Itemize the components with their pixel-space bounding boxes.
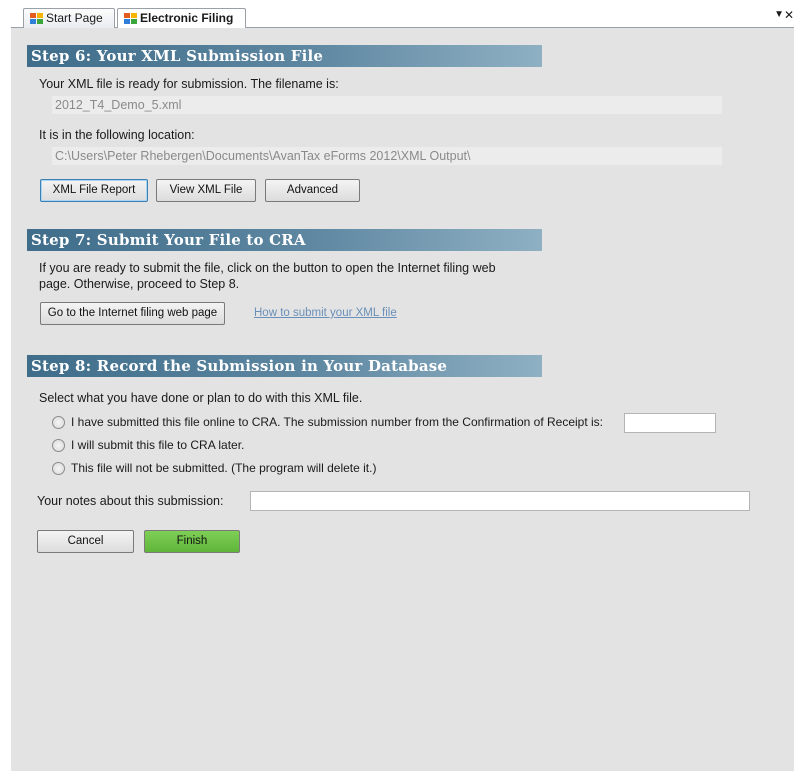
radio-submitted-online-label: I have submitted this file online to CRA… (71, 415, 604, 429)
cancel-button[interactable]: Cancel (37, 530, 134, 553)
finish-button[interactable]: Finish (144, 530, 240, 553)
notes-label: Your notes about this submission: (37, 494, 224, 508)
advanced-button[interactable]: Advanced (265, 179, 360, 202)
radio-submitted-online[interactable] (52, 416, 65, 429)
step7-instructions-line2: page. Otherwise, proceed to Step 8. (39, 277, 240, 291)
tab-strip: Start Page Electronic Filing ▼ ✕ (11, 6, 794, 29)
tab-start-page[interactable]: Start Page (23, 8, 115, 28)
how-to-submit-link[interactable]: How to submit your XML file (254, 307, 397, 319)
radio-submit-later[interactable] (52, 439, 65, 452)
notes-input[interactable] (250, 491, 750, 511)
radio-submit-later-label: I will submit this file to CRA later. (71, 438, 245, 452)
electronic-filing-icon (124, 13, 137, 24)
radio-not-submitted-label: This file will not be submitted. (The pr… (71, 461, 377, 475)
location-label: It is in the following location: (39, 128, 195, 142)
step6-header: Step 6: Your XML Submission File (27, 45, 542, 67)
start-page-icon (30, 13, 43, 24)
tab-label: Electronic Filing (140, 11, 234, 25)
close-icon[interactable]: ✕ (784, 8, 794, 22)
go-to-filing-page-button[interactable]: Go to the Internet filing web page (40, 302, 225, 325)
tab-electronic-filing[interactable]: Electronic Filing (117, 8, 246, 29)
xml-file-report-button[interactable]: XML File Report (40, 179, 148, 202)
view-xml-file-button[interactable]: View XML File (156, 179, 256, 202)
location-field: C:\Users\Peter Rhebergen\Documents\AvanT… (52, 147, 722, 165)
step8-prompt: Select what you have done or plan to do … (39, 391, 363, 405)
xml-ready-text: Your XML file is ready for submission. T… (39, 77, 339, 91)
submission-number-input[interactable] (624, 413, 716, 433)
tab-label: Start Page (46, 11, 103, 25)
tab-dropdown-icon[interactable]: ▼ (774, 9, 784, 20)
radio-not-submitted[interactable] (52, 462, 65, 475)
filename-field: 2012_T4_Demo_5.xml (52, 96, 722, 114)
step7-header: Step 7: Submit Your File to CRA (27, 229, 542, 251)
step7-instructions-line1: If you are ready to submit the file, cli… (39, 261, 496, 275)
step8-header: Step 8: Record the Submission in Your Da… (27, 355, 542, 377)
